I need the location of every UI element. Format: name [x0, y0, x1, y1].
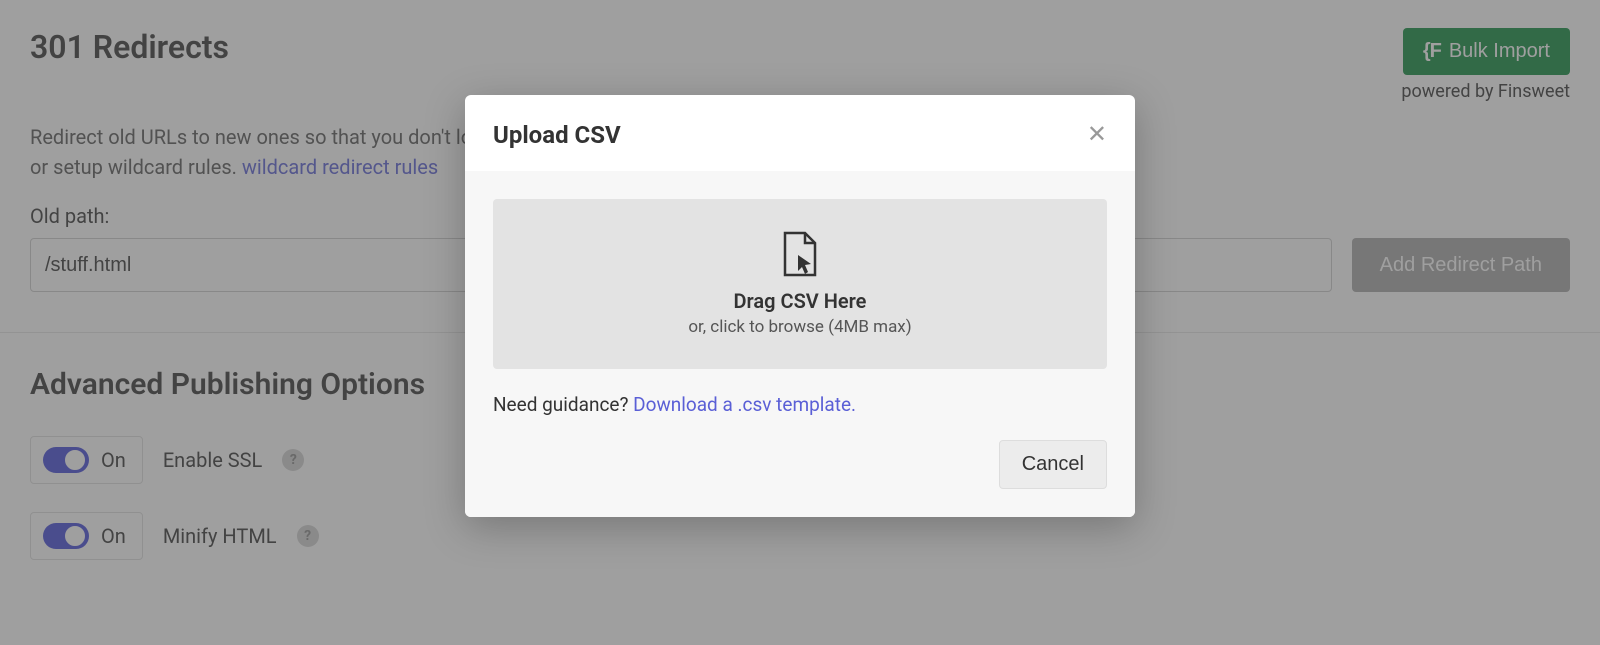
close-icon[interactable]: ✕: [1087, 123, 1107, 147]
dropzone-title: Drag CSV Here: [734, 289, 867, 313]
cancel-button[interactable]: Cancel: [999, 440, 1107, 489]
modal-overlay: Upload CSV ✕ Drag CSV Here or, click to …: [0, 0, 1600, 645]
upload-csv-modal: Upload CSV ✕ Drag CSV Here or, click to …: [465, 95, 1135, 517]
dropzone-subtitle: or, click to browse (4MB max): [688, 317, 911, 337]
guidance-text: Need guidance? Download a .csv template.: [493, 393, 1107, 416]
csv-dropzone[interactable]: Drag CSV Here or, click to browse (4MB m…: [493, 199, 1107, 369]
download-template-link[interactable]: Download a .csv template.: [633, 393, 856, 416]
modal-title: Upload CSV: [493, 121, 621, 149]
file-cursor-icon: [781, 231, 819, 277]
